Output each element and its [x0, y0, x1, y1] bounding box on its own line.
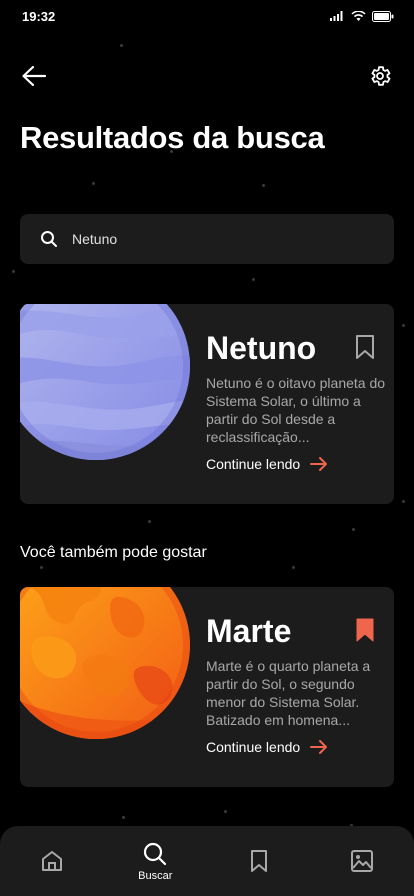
arrow-right-icon: [310, 740, 328, 754]
continue-reading-label: Continue lendo: [206, 739, 301, 755]
bookmark-icon[interactable]: [354, 334, 376, 360]
bookmark-icon: [250, 850, 267, 872]
nav-item-gallery[interactable]: [322, 849, 402, 873]
continue-reading-label: Continue lendo: [206, 456, 301, 472]
neptune-illustration: [20, 304, 190, 460]
bookmark-filled-icon[interactable]: [354, 617, 376, 643]
continue-reading-link[interactable]: Continue lendo: [206, 456, 328, 472]
page-title: Resultados da busca: [20, 120, 325, 155]
status-icons: [330, 10, 394, 22]
search-input[interactable]: [72, 231, 362, 247]
image-icon: [351, 850, 374, 872]
top-nav: [20, 60, 394, 92]
nav-item-search[interactable]: Buscar: [115, 841, 195, 882]
section-title: Você também pode gostar: [20, 544, 207, 561]
nav-label-search: Buscar: [138, 869, 173, 882]
arrow-left-icon: [22, 65, 47, 87]
search-icon: [41, 231, 57, 247]
battery-icon: [372, 10, 394, 22]
signal-icon: [330, 11, 343, 21]
gear-icon: [371, 66, 391, 86]
wifi-icon: [351, 10, 366, 21]
card-title: Netuno: [206, 330, 317, 366]
status-bar: 19:32: [0, 0, 414, 32]
nav-item-home[interactable]: [12, 850, 92, 872]
home-icon: [41, 851, 62, 871]
bottom-nav: Buscar: [0, 826, 414, 896]
search-bar[interactable]: [20, 214, 394, 264]
search-icon: [144, 842, 167, 865]
result-card-netuno[interactable]: Netuno Netuno é o oitavo planeta do Sist…: [20, 304, 394, 504]
nav-item-saved[interactable]: [219, 849, 299, 873]
settings-button[interactable]: [366, 62, 394, 90]
mars-illustration: [20, 587, 190, 739]
suggestion-card-marte[interactable]: Marte Marte é o quarto planeta a partir …: [20, 587, 394, 787]
card-title: Marte: [206, 613, 292, 649]
status-time: 19:32: [22, 8, 56, 24]
card-description: Marte é o quarto planeta a partir do Sol…: [206, 658, 371, 728]
continue-reading-link[interactable]: Continue lendo: [206, 739, 328, 755]
card-description: Netuno é o oitavo planeta do Sistema Sol…: [206, 375, 386, 445]
arrow-right-icon: [310, 457, 328, 471]
back-button[interactable]: [20, 62, 48, 90]
